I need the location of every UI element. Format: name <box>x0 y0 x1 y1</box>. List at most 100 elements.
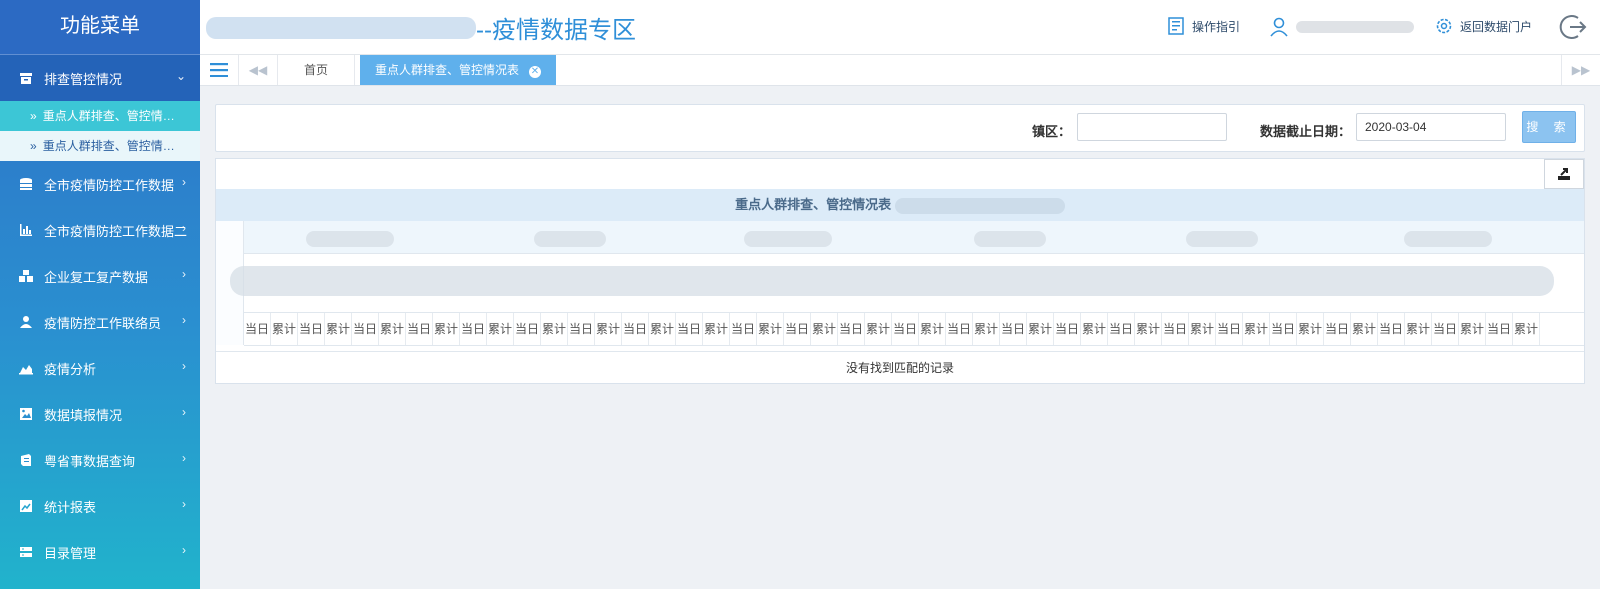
subcolumn-today: 当日 <box>1486 313 1513 345</box>
subcolumn-today: 当日 <box>514 313 541 345</box>
sidebar-item-liaison[interactable]: 疫情防控工作联络员 › <box>0 299 200 345</box>
sidebar-subitem-label: 重点人群排查、管控情… <box>42 109 175 123</box>
sidebar-title: 功能菜单 <box>0 0 200 55</box>
subcolumn-cumulative: 累计 <box>1135 313 1162 345</box>
return-portal-link[interactable]: 返回数据门户 <box>1434 16 1532 36</box>
top-header: --疫情数据专区 操作指引 返回数据门户 <box>200 0 1600 55</box>
tab-scroll-right-button[interactable]: ▶▶ <box>1561 55 1600 85</box>
box-icon <box>18 70 34 86</box>
double-left-icon: ◀◀ <box>248 63 268 77</box>
subcolumn-today: 当日 <box>1216 313 1243 345</box>
menu-toggle-button[interactable] <box>200 55 239 85</box>
subcolumn-cumulative: 累计 <box>757 313 784 345</box>
export-button[interactable] <box>1544 159 1584 189</box>
subcolumn-cumulative: 累计 <box>973 313 1000 345</box>
cutoff-date-label: 数据截止日期： <box>1260 124 1352 139</box>
subcolumn-cumulative: 累计 <box>811 313 838 345</box>
system-title: --疫情数据专区 <box>206 10 636 45</box>
tab-scroll-left-button[interactable]: ◀◀ <box>239 55 278 85</box>
hamburger-icon <box>210 63 228 77</box>
report-icon <box>18 498 34 514</box>
system-title-suffix: --疫情数据专区 <box>476 17 636 44</box>
sidebar-item-label: 目录管理 <box>44 545 97 561</box>
subcolumn-cumulative: 累计 <box>1297 313 1324 345</box>
gear-icon <box>1436 18 1452 34</box>
district-input[interactable] <box>1077 113 1227 141</box>
sidebar-item-label: 疫情分析 <box>44 361 97 377</box>
bar-chart-icon <box>18 222 34 238</box>
subcolumn-today: 当日 <box>946 313 973 345</box>
sidebar-item-label: 排查管控情况 <box>44 71 123 87</box>
chevron-right-icon: › <box>182 221 186 235</box>
subcolumn-today: 当日 <box>838 313 865 345</box>
cutoff-date-input[interactable] <box>1356 113 1506 141</box>
subcolumn-today: 当日 <box>460 313 487 345</box>
user-icon <box>18 314 34 330</box>
sidebar-item-label: 疫情防控工作联络员 <box>44 315 162 331</box>
subcolumn-cumulative: 累计 <box>1081 313 1108 345</box>
subcolumn-cumulative: 累计 <box>1459 313 1486 345</box>
chevron-right-icon: › <box>182 267 186 281</box>
chevron-right-icon: › <box>182 497 186 511</box>
sidebar-item-city-epidemic-data[interactable]: 全市疫情防控工作数据 › <box>0 161 200 207</box>
sidebar-item-epidemic-analysis[interactable]: 疫情分析 › <box>0 345 200 391</box>
subcolumn-today: 当日 <box>1324 313 1351 345</box>
chevron-right-icon: › <box>182 451 186 465</box>
subcolumn-cumulative: 累计 <box>541 313 568 345</box>
sidebar-item-city-epidemic-data-2[interactable]: 全市疫情防控工作数据二 › <box>0 207 200 253</box>
subcolumn-today: 当日 <box>784 313 811 345</box>
header-row-categories <box>230 254 1584 313</box>
redacted-header-row <box>230 266 1554 296</box>
chevron-down-icon: ⌄ <box>175 69 186 83</box>
empty-table-message: 没有找到匹配的记录 <box>216 351 1584 384</box>
subcolumn-today: 当日 <box>1054 313 1081 345</box>
subcolumn-cumulative: 累计 <box>865 313 892 345</box>
book-icon <box>18 452 34 468</box>
sidebar-item-label: 全市疫情防控工作数据二 <box>44 223 188 239</box>
redacted-username <box>1296 21 1414 33</box>
redacted-header <box>744 231 832 247</box>
sidebar-item-catalog-management[interactable]: 目录管理 › <box>0 529 200 575</box>
database-icon <box>18 176 34 192</box>
redacted-header <box>306 231 394 247</box>
subcolumn-cumulative: 累计 <box>1027 313 1054 345</box>
subcolumn-cumulative: 累计 <box>1351 313 1378 345</box>
subcolumn-cumulative: 累计 <box>1405 313 1432 345</box>
sidebar-subitem-key-population-1[interactable]: » 重点人群排查、管控情… <box>0 101 200 131</box>
search-button[interactable]: 搜 索 <box>1522 111 1576 143</box>
subcolumn-cumulative: 累计 <box>703 313 730 345</box>
redacted-header <box>534 231 606 247</box>
document-icon <box>1168 17 1184 35</box>
sidebar-item-label: 统计报表 <box>44 499 97 515</box>
subcolumn-today: 当日 <box>298 313 325 345</box>
sidebar-item-enterprise-resumption[interactable]: 企业复工复产数据 › <box>0 253 200 299</box>
report-table-panel: 重点人群排查、管控情况表 当日 累计 当日 累计 当日 累计 当日 累计 当日 累计 当日 累计 当日累… <box>215 158 1585 384</box>
close-icon[interactable]: ✕ <box>529 66 541 78</box>
sidebar-item-yueshengshi-query[interactable]: 粤省事数据查询 › <box>0 437 200 483</box>
subcolumn-today: 当日 <box>406 313 433 345</box>
server-icon <box>18 544 34 560</box>
subcolumn-today: 当日 <box>730 313 757 345</box>
tab-key-population-report[interactable]: 重点人群排查、管控情况表 ✕ <box>360 55 556 85</box>
subcolumn-today: 当日 <box>1378 313 1405 345</box>
subcolumn-today: 当日 <box>1000 313 1027 345</box>
subcolumn-cumulative: 累计 <box>271 313 298 345</box>
subcolumn-cumulative: 累计 <box>487 313 514 345</box>
area-chart-icon <box>18 360 34 376</box>
operation-guide-link[interactable]: 操作指引 <box>1166 16 1240 36</box>
logout-button[interactable] <box>1558 12 1594 42</box>
redacted-system-name <box>206 16 476 39</box>
redacted-title-part <box>894 197 1065 214</box>
sidebar: 功能菜单 排查管控情况 ⌄ » 重点人群排查、管控情… » 重点人群排查、管控情… … <box>0 0 200 589</box>
sidebar-item-data-report-status[interactable]: 数据填报情况 › <box>0 391 200 437</box>
chevron-right-icon: › <box>182 313 186 327</box>
double-chevron-icon: » <box>30 139 37 153</box>
chevron-right-icon: › <box>182 543 186 557</box>
sidebar-item-screening-control[interactable]: 排查管控情况 ⌄ <box>0 55 200 101</box>
sidebar-subitem-key-population-2[interactable]: » 重点人群排查、管控情… <box>0 131 200 161</box>
subcolumn-cumulative: 累计 <box>919 313 946 345</box>
tab-home[interactable]: 首页 <box>278 55 355 85</box>
user-menu[interactable] <box>1268 16 1414 38</box>
header-row-subcolumns: 当日 累计 当日 累计 当日 累计 当日 累计 当日 累计 当日 累计 当日 累计 当日 累计 当日 累计 当日 累计… <box>244 313 1584 346</box>
sidebar-item-statistics-report[interactable]: 统计报表 › <box>0 483 200 529</box>
